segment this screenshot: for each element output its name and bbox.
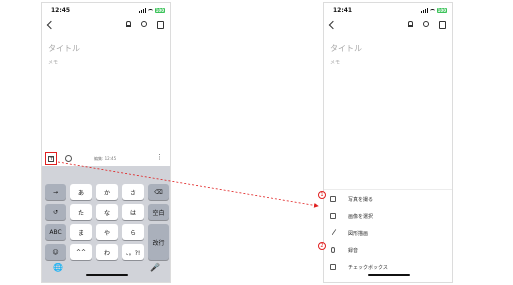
key-na[interactable]: な bbox=[96, 204, 118, 220]
note-title-input[interactable]: タイトル bbox=[48, 43, 80, 54]
palette-icon[interactable] bbox=[65, 155, 72, 162]
annotation-badge-1: 1 bbox=[318, 191, 326, 199]
back-arrow-icon[interactable] bbox=[328, 20, 338, 30]
status-icons: 100 bbox=[420, 8, 447, 13]
archive-icon[interactable] bbox=[439, 21, 446, 29]
key-wa[interactable]: わ bbox=[96, 244, 118, 260]
key-space[interactable]: 空白 bbox=[148, 204, 169, 220]
key-ka[interactable]: か bbox=[96, 184, 118, 200]
menu-item-label: 画像を選択 bbox=[348, 214, 374, 220]
key-kaomoji[interactable]: ^^ bbox=[70, 244, 92, 260]
japanese-keyboard: → あ か さ ⌫ ↺ た な は 空白 ABC ま や ら 改行 ☺ ^^ わ… bbox=[42, 166, 170, 282]
menu-item-label: 写真を撮る bbox=[348, 197, 374, 203]
key-undo[interactable]: ↺ bbox=[45, 204, 66, 220]
key-ra[interactable]: ら bbox=[122, 224, 144, 240]
key-ma[interactable]: ま bbox=[70, 224, 92, 240]
status-bar: 12:45 100 bbox=[42, 6, 170, 16]
wifi-icon bbox=[429, 8, 435, 13]
mic-icon bbox=[331, 247, 335, 253]
key-return[interactable]: 改行 bbox=[148, 224, 169, 260]
globe-icon[interactable]: 🌐 bbox=[53, 263, 63, 272]
menu-item-label: 録音 bbox=[348, 248, 359, 254]
note-toolbar bbox=[324, 19, 452, 33]
menu-item-drawing[interactable]: 図形描画 bbox=[324, 227, 452, 241]
note-body-input[interactable]: メモ bbox=[330, 59, 340, 66]
image-icon bbox=[330, 213, 336, 219]
add-content-menu: 写真を撮る 画像を選択 図形描画 録音 チェックボックス bbox=[324, 189, 452, 282]
key-punctuation[interactable]: 、。?! bbox=[122, 244, 144, 260]
pin-icon[interactable] bbox=[126, 21, 131, 27]
signal-icon bbox=[138, 8, 146, 13]
wifi-icon bbox=[147, 8, 153, 13]
key-ya[interactable]: や bbox=[96, 224, 118, 240]
add-content-button[interactable]: + bbox=[45, 152, 57, 165]
key-sa[interactable]: さ bbox=[122, 184, 144, 200]
mic-icon[interactable]: 🎤 bbox=[150, 263, 160, 272]
menu-item-take-photo[interactable]: 写真を撮る bbox=[324, 193, 452, 207]
key-ha[interactable]: は bbox=[122, 204, 144, 220]
brush-icon bbox=[331, 228, 341, 239]
note-title-input[interactable]: タイトル bbox=[330, 43, 362, 54]
back-arrow-icon[interactable] bbox=[46, 20, 56, 30]
menu-item-recording[interactable]: 録音 bbox=[324, 244, 452, 258]
battery-icon: 100 bbox=[154, 8, 165, 13]
home-indicator bbox=[86, 274, 128, 276]
note-body-input[interactable]: メモ bbox=[48, 59, 58, 66]
pin-icon[interactable] bbox=[408, 21, 413, 27]
key-emoji[interactable]: ☺ bbox=[45, 244, 66, 260]
menu-item-label: チェックボックス bbox=[348, 265, 388, 271]
status-time: 12:45 bbox=[51, 7, 71, 14]
menu-item-label: 図形描画 bbox=[348, 231, 369, 237]
status-icons: 100 bbox=[138, 8, 165, 13]
status-time: 12:41 bbox=[333, 7, 353, 14]
key-abc[interactable]: ABC bbox=[45, 224, 66, 240]
menu-item-checkbox[interactable]: チェックボックス bbox=[324, 261, 452, 275]
reminder-icon[interactable] bbox=[423, 21, 429, 27]
home-indicator bbox=[368, 274, 410, 276]
archive-icon[interactable] bbox=[157, 21, 164, 29]
reminder-icon[interactable] bbox=[141, 21, 147, 27]
note-toolbar bbox=[42, 19, 170, 33]
camera-icon bbox=[330, 196, 336, 202]
phone-right: 12:41 100 タイトル メモ 写真を撮る 画像を選択 図形描画 録音 チェ… bbox=[323, 2, 453, 283]
key-next[interactable]: → bbox=[45, 184, 66, 200]
toolbar-actions bbox=[408, 21, 446, 29]
menu-item-choose-image[interactable]: 画像を選択 bbox=[324, 210, 452, 224]
checkbox-icon bbox=[330, 264, 336, 270]
annotation-badge-2: 2 bbox=[318, 242, 326, 250]
screenshot-stage: 12:45 100 タイトル メモ + 編集: 12:45 ⋮ → あ か さ … bbox=[0, 0, 513, 285]
phone-left: 12:45 100 タイトル メモ + 編集: 12:45 ⋮ → あ か さ … bbox=[41, 2, 171, 283]
edited-timestamp: 編集: 12:45 bbox=[94, 156, 117, 161]
key-ta[interactable]: た bbox=[70, 204, 92, 220]
more-vert-icon[interactable]: ⋮ bbox=[156, 154, 163, 161]
toolbar-actions bbox=[126, 21, 164, 29]
add-box-icon: + bbox=[48, 154, 55, 162]
key-delete[interactable]: ⌫ bbox=[148, 184, 169, 200]
battery-icon: 100 bbox=[436, 8, 447, 13]
key-a[interactable]: あ bbox=[70, 184, 92, 200]
signal-icon bbox=[420, 8, 428, 13]
status-bar: 12:41 100 bbox=[324, 6, 452, 16]
